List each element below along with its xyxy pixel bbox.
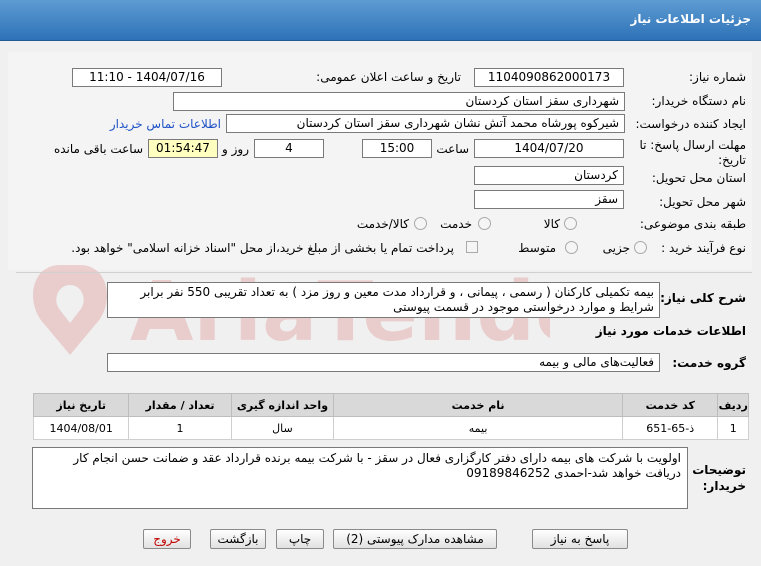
city-field[interactable]: سقز <box>474 190 624 209</box>
category-option-goods-service: کالا/خدمت <box>356 217 409 231</box>
category-radio-goods-service[interactable] <box>414 217 427 230</box>
creator-label: ایجاد کننده درخواست: <box>635 117 746 131</box>
service-group-field[interactable]: فعالیت‌های مالی و بیمه <box>107 353 660 372</box>
deadline-label-2: تاریخ: <box>718 153 746 167</box>
notes-label: توضیحات <box>692 463 746 477</box>
announce-field[interactable]: 1404/07/16 - 11:10 <box>72 68 222 87</box>
announce-label: تاریخ و ساعت اعلان عمومی: <box>316 70 461 84</box>
table-row: 1 ذ-65-651 بیمه سال 1 1404/08/01 <box>32 416 749 440</box>
payment-checkbox[interactable] <box>466 241 478 253</box>
time-label: ساعت <box>436 142 469 156</box>
services-table: ردیف کد خدمت نام خدمت واحد اندازه گیری ت… <box>32 393 749 440</box>
process-option-minor: جزیی <box>602 241 630 255</box>
summary-label: شرح کلی نیاز: <box>660 291 746 305</box>
creator-field[interactable]: شیرکوه پورشاه محمد آتش نشان شهرداری سقز … <box>226 114 625 133</box>
notes-textarea[interactable]: اولویت با شرکت های بیمه دارای دفتر کارگز… <box>32 447 688 509</box>
title-bar: جزئیات اطلاعات نیاز <box>0 0 761 41</box>
cell-service-name: بیمه <box>333 416 624 440</box>
days-label: روز و <box>222 142 249 156</box>
process-radio-minor[interactable] <box>634 241 647 254</box>
payment-text: پرداخت تمام یا بخشی از مبلغ خرید،از محل … <box>71 241 454 255</box>
section-divider <box>16 272 752 273</box>
category-radio-service[interactable] <box>478 217 491 230</box>
back-button[interactable]: بازگشت <box>210 529 266 549</box>
service-group-label: گروه خدمت: <box>672 356 746 370</box>
buyer-org-field[interactable]: شهرداری سقز استان کردستان <box>173 92 625 111</box>
col-need-date: تاریخ نیاز <box>32 393 130 417</box>
days-field[interactable]: 4 <box>254 139 324 158</box>
col-row: ردیف <box>717 393 749 417</box>
province-label: استان محل تحویل: <box>651 171 746 185</box>
buyer-contact-link[interactable]: اطلاعات تماس خریدار <box>110 117 221 131</box>
process-label: نوع فرآیند خرید : <box>661 241 746 255</box>
exit-button[interactable]: خروج <box>143 529 191 549</box>
cell-need-date: 1404/08/01 <box>32 416 130 440</box>
process-radio-medium[interactable] <box>565 241 578 254</box>
summary-textarea[interactable]: بیمه تکمیلی کارکنان ( رسمی ، پیمانی ، و … <box>107 282 660 318</box>
col-service-code: کد خدمت <box>622 393 719 417</box>
col-quantity: تعداد / مقدار <box>128 393 232 417</box>
cell-quantity: 1 <box>128 416 232 440</box>
deadline-label: مهلت ارسال پاسخ: تا <box>639 138 746 152</box>
page-title: جزئیات اطلاعات نیاز <box>630 12 751 26</box>
category-option-goods: کالا <box>543 217 560 231</box>
col-unit: واحد اندازه گیری <box>230 393 335 417</box>
reply-button[interactable]: پاسخ به نیاز <box>532 529 628 549</box>
province-field[interactable]: کردستان <box>474 166 624 185</box>
cell-unit: سال <box>230 416 335 440</box>
category-option-service: خدمت <box>440 217 472 231</box>
deadline-date-field[interactable]: 1404/07/20 <box>474 139 624 158</box>
category-radio-goods[interactable] <box>564 217 577 230</box>
remaining-time-field: 01:54:47 <box>148 139 218 158</box>
cell-service-code: ذ-65-651 <box>622 416 719 440</box>
deadline-time-field[interactable]: 15:00 <box>362 139 432 158</box>
category-label: طبقه بندی موضوعی: <box>639 217 746 231</box>
services-section-title: اطلاعات خدمات مورد نیاز <box>595 324 746 338</box>
cell-row: 1 <box>717 416 749 440</box>
services-table-header: ردیف کد خدمت نام خدمت واحد اندازه گیری ت… <box>32 393 749 417</box>
process-option-medium: متوسط <box>518 241 556 255</box>
need-number-label: شماره نیاز: <box>689 70 746 84</box>
buyer-org-label: نام دستگاه خریدار: <box>651 94 747 108</box>
notes-label-2: خریدار: <box>702 479 746 493</box>
remaining-label: ساعت باقی مانده <box>53 142 143 156</box>
city-label: شهر محل تحویل: <box>659 195 746 209</box>
col-service-name: نام خدمت <box>333 393 624 417</box>
print-button[interactable]: چاپ <box>276 529 324 549</box>
need-number-field[interactable]: 1104090862000173 <box>474 68 624 87</box>
attachments-button[interactable]: مشاهده مدارک پیوستی (2) <box>333 529 497 549</box>
